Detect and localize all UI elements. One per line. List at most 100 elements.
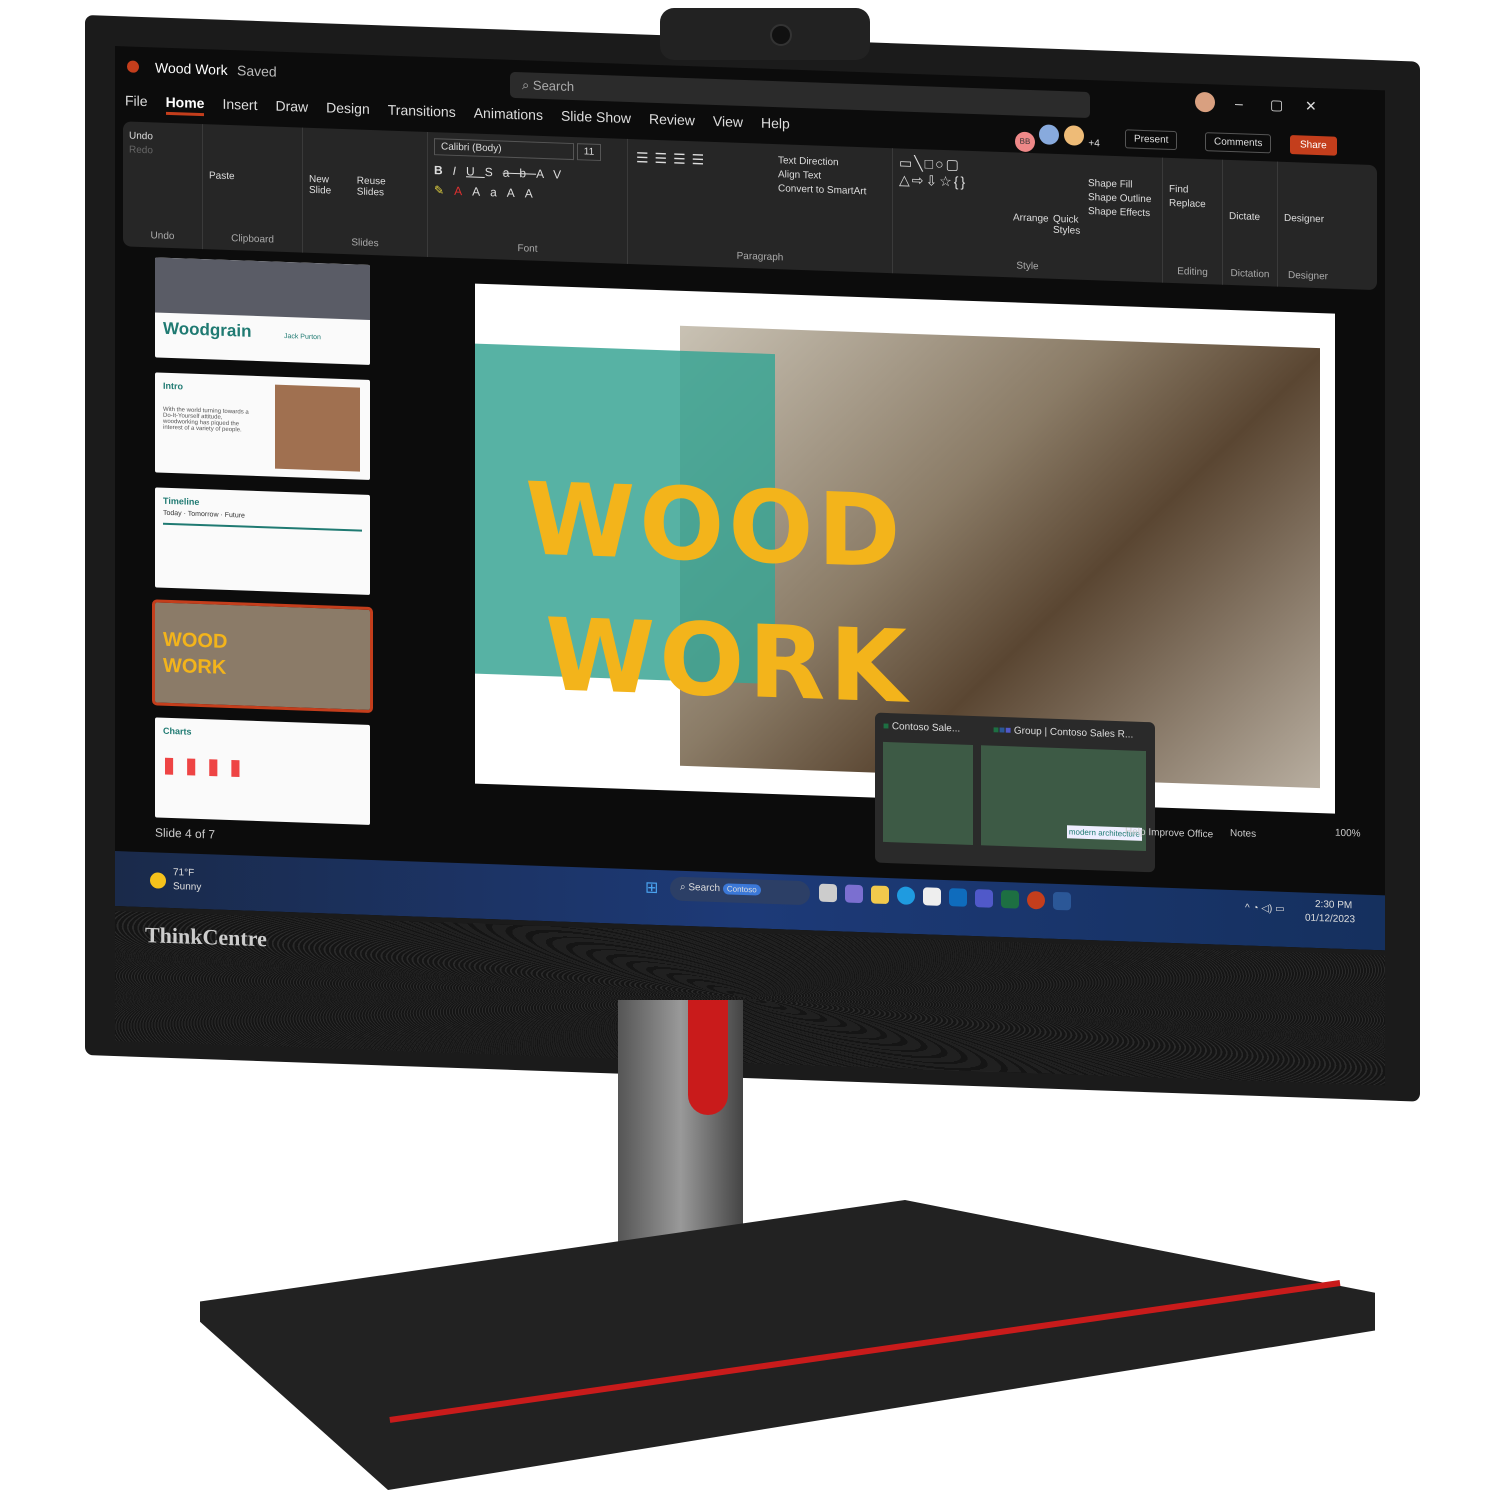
system-tray-icons[interactable]: ^ ◔ ◁) ▭ <box>1245 903 1285 915</box>
find-button[interactable]: Find <box>1169 184 1216 197</box>
designer-button[interactable]: Designer <box>1284 213 1332 226</box>
store-icon[interactable] <box>923 887 941 906</box>
dictation-group: Dictate Dictation <box>1223 159 1278 287</box>
paste-button[interactable]: Paste <box>209 170 296 184</box>
text-direction-button[interactable]: Text Direction <box>778 155 866 169</box>
shape-fill-button[interactable]: Shape Fill <box>1088 178 1151 191</box>
windows-start-icon[interactable]: ⊞ <box>645 878 658 898</box>
group-label: Undo <box>150 230 175 243</box>
preview-item-1[interactable]: Contoso Sale... <box>892 721 960 734</box>
slide-thumbnail-selected[interactable]: 4WOOD WORK <box>152 599 373 714</box>
change-case-button[interactable]: Aa <box>472 185 507 200</box>
slide-thumbnail[interactable]: 5Charts▮▮▮▮ <box>155 717 370 825</box>
user-avatar[interactable] <box>1195 91 1215 116</box>
files-icon[interactable] <box>819 883 837 903</box>
camera-lens-icon <box>770 24 792 46</box>
tab-design[interactable]: Design <box>326 99 370 122</box>
new-slide-button[interactable]: New Slide <box>309 174 354 198</box>
font-size-select[interactable]: 11 <box>576 143 602 162</box>
undo-group: Undo Redo Undo <box>123 121 203 250</box>
monitor: Wood Work Saved ⌕ Search – ▢ ✕ File Home… <box>85 15 1420 1102</box>
teams-chat-icon[interactable] <box>845 884 863 904</box>
shape-effects-button[interactable]: Shape Effects <box>1088 206 1151 219</box>
align-text-button[interactable]: Align Text <box>778 169 866 183</box>
word-icon[interactable] <box>1053 891 1071 911</box>
italic-button[interactable]: I <box>453 164 466 178</box>
powerpoint-icon[interactable] <box>1027 890 1045 910</box>
teams-icon[interactable] <box>975 889 993 908</box>
slide-thumbnail[interactable]: 3TimelineToday · Tomorrow · Future <box>155 487 370 595</box>
zoom-level[interactable]: 100% <box>1335 828 1361 840</box>
grow-font-button[interactable]: A <box>507 186 525 201</box>
preview-thumbnail[interactable]: modern architecture <box>981 745 1146 852</box>
maximize-icon[interactable]: ▢ <box>1270 96 1283 113</box>
tab-review[interactable]: Review <box>649 111 695 134</box>
weather-temp[interactable]: 71°F <box>173 867 194 879</box>
thumbnail-title: Timeline <box>163 495 200 507</box>
edge-icon[interactable] <box>897 886 915 905</box>
taskbar-search[interactable]: ⌕ Search Contoso <box>670 876 810 906</box>
strikethrough-button[interactable]: ab <box>503 166 536 181</box>
slide-thumbnail[interactable]: 2IntroWith the world turning towards a D… <box>155 372 370 480</box>
undo-button[interactable]: Undo <box>129 131 196 144</box>
shape-outline-button[interactable]: Shape Outline <box>1088 192 1151 205</box>
shapes-gallery[interactable]: ▭╲□○▢ △⇨⇩☆{} <box>899 154 967 189</box>
font-format-buttons[interactable]: BIUSabAV <box>434 163 621 184</box>
clock-time[interactable]: 2:30 PM <box>1315 899 1352 911</box>
spacing-button[interactable]: AV <box>536 167 571 182</box>
outlook-icon[interactable] <box>949 888 967 907</box>
slide-thumbnail[interactable]: 1Woodgrain Jack Purton <box>155 257 370 365</box>
tab-insert[interactable]: Insert <box>222 96 257 118</box>
excel-icon[interactable] <box>1001 889 1019 909</box>
share-button[interactable]: Share <box>1290 135 1337 156</box>
tab-file[interactable]: File <box>125 92 148 114</box>
minimize-icon[interactable]: – <box>1235 95 1243 111</box>
replace-button[interactable]: Replace <box>1169 198 1216 211</box>
tab-animations[interactable]: Animations <box>474 105 543 128</box>
shrink-font-button[interactable]: A <box>525 186 543 201</box>
thumbnail-title: WOOD WORK <box>163 628 228 679</box>
editing-group: Find Replace Editing <box>1163 157 1223 285</box>
quick-styles-button[interactable]: Quick Styles <box>1053 214 1088 237</box>
slide-title-line2[interactable]: WORK <box>545 596 911 726</box>
redo-button[interactable]: Redo <box>129 145 196 158</box>
avatar <box>1063 125 1084 146</box>
reuse-slides-button[interactable]: Reuse Slides <box>357 175 402 199</box>
tab-view[interactable]: View <box>713 113 743 135</box>
shadow-button[interactable]: S <box>485 165 503 180</box>
font-family-select[interactable]: Calibri (Body) <box>434 138 574 161</box>
preview-item-2[interactable]: Group | Contoso Sales R... <box>1014 725 1133 740</box>
notes-button[interactable]: Notes <box>1230 828 1256 840</box>
style-group: ▭╲□○▢ △⇨⇩☆{} Arrange Quick Styles Shape F… <box>893 148 1163 283</box>
slide-title-line1[interactable]: WOOD <box>525 460 904 590</box>
clipboard-group: Paste Clipboard <box>203 124 303 253</box>
tab-help[interactable]: Help <box>761 115 790 137</box>
arrange-button[interactable]: Arrange <box>1013 212 1049 224</box>
font-color-icon[interactable]: A <box>454 184 472 199</box>
sun-icon <box>150 872 166 889</box>
comments-button[interactable]: Comments <box>1205 132 1272 154</box>
tab-draw[interactable]: Draw <box>275 98 308 120</box>
underline-button[interactable]: U <box>466 164 485 179</box>
present-button[interactable]: Present <box>1125 129 1178 151</box>
clock-date[interactable]: 01/12/2023 <box>1305 913 1355 926</box>
collaborators[interactable]: BB +4 <box>1015 123 1100 154</box>
powerpoint-logo-icon <box>127 60 139 73</box>
tab-home[interactable]: Home <box>165 93 205 117</box>
tab-transitions[interactable]: Transitions <box>388 102 456 125</box>
chart-preview-icon: ▮▮▮▮ <box>163 751 252 780</box>
group-label: Slides <box>351 237 379 250</box>
paragraph-group: Text Direction Align Text Convert to Sma… <box>628 138 893 274</box>
dictate-button[interactable]: Dictate <box>1229 211 1271 223</box>
list-align-icons[interactable]: ☰☰☰☰ <box>636 149 710 169</box>
bold-button[interactable]: B <box>434 163 453 178</box>
tab-slide-show[interactable]: Slide Show <box>561 108 631 131</box>
close-icon[interactable]: ✕ <box>1305 98 1317 115</box>
teams-icon: ■ <box>1005 725 1012 737</box>
highlight-icon[interactable]: ✎ <box>434 183 454 198</box>
slides-group: New Slide Reuse Slides Slides <box>303 127 428 257</box>
taskbar-preview-popup: ■ Contoso Sale... ■■■ Group | Contoso Sa… <box>875 712 1155 873</box>
preview-thumbnail[interactable] <box>883 741 973 846</box>
convert-smartart-button[interactable]: Convert to SmartArt <box>778 183 866 197</box>
file-explorer-icon[interactable] <box>871 885 889 905</box>
